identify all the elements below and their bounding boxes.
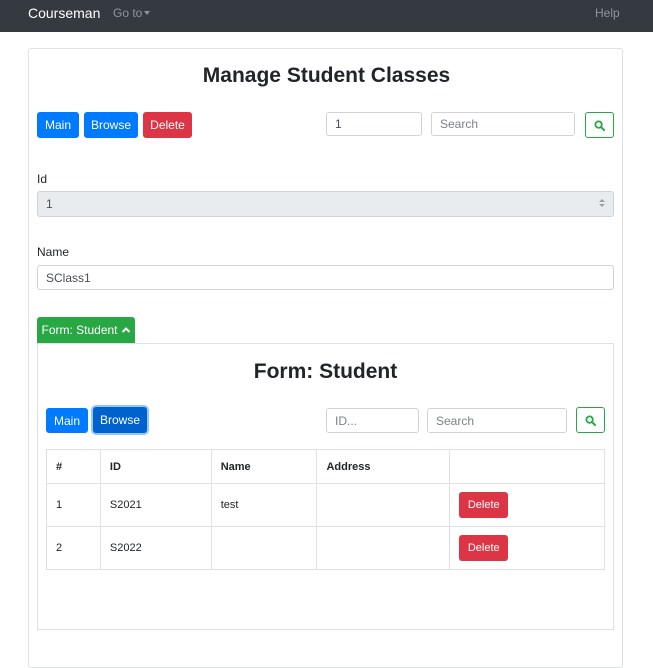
search-button[interactable] bbox=[585, 112, 614, 138]
subform-search-input[interactable]: Search bbox=[427, 408, 567, 433]
table-header-row: # ID Name Address bbox=[46, 449, 605, 484]
help-link[interactable]: Help bbox=[595, 6, 620, 20]
subform-main-button[interactable]: Main bbox=[46, 408, 88, 433]
brand-link[interactable]: Courseman bbox=[28, 5, 100, 21]
row-number: 1 bbox=[46, 483, 101, 527]
column-header bbox=[449, 449, 605, 484]
page-title: Manage Student Classes bbox=[202, 64, 451, 87]
student-id-cell: S2021 bbox=[99, 483, 212, 527]
id-label: Id bbox=[37, 172, 48, 186]
actions-cell: Delete bbox=[449, 483, 605, 527]
id-lookup-input[interactable]: 1 bbox=[326, 112, 422, 136]
caret-down-icon bbox=[144, 11, 151, 15]
student-address-cell bbox=[316, 483, 451, 527]
top-navbar: Courseman Go to Help bbox=[0, 0, 653, 32]
column-header: # bbox=[46, 449, 101, 484]
main-button[interactable]: Main bbox=[37, 112, 79, 138]
id-value: 1 bbox=[46, 197, 53, 211]
subform-toggle-button[interactable]: Form: Student bbox=[37, 317, 135, 343]
column-header: Address bbox=[316, 449, 451, 484]
goto-dropdown[interactable]: Go to bbox=[113, 6, 151, 20]
students-table: # ID Name Address 1 S2021 test Delete 2 … bbox=[46, 449, 605, 570]
name-label: Name bbox=[37, 245, 70, 259]
row-number: 2 bbox=[46, 526, 101, 570]
id-field: 1 bbox=[37, 191, 614, 217]
chevron-up-icon bbox=[121, 327, 130, 333]
row-delete-button[interactable]: Delete bbox=[459, 535, 509, 561]
search-input[interactable]: Search bbox=[431, 112, 575, 136]
actions-cell: Delete bbox=[449, 526, 605, 570]
student-name-cell: test bbox=[210, 483, 318, 527]
subform-id-input[interactable]: ID... bbox=[326, 408, 419, 433]
column-header: ID bbox=[99, 449, 212, 484]
magnifier-icon bbox=[585, 414, 596, 426]
student-id-cell: S2022 bbox=[99, 526, 212, 570]
subform-search-button[interactable] bbox=[576, 407, 605, 433]
row-delete-button[interactable]: Delete bbox=[459, 492, 509, 518]
delete-button[interactable]: Delete bbox=[143, 112, 192, 138]
student-name-cell bbox=[210, 526, 318, 570]
subform-browse-button[interactable]: Browse bbox=[93, 407, 147, 433]
subform-toggle-label: Form: Student bbox=[41, 323, 118, 337]
goto-label: Go to bbox=[113, 6, 143, 20]
browse-button[interactable]: Browse bbox=[84, 112, 138, 138]
magnifier-icon bbox=[594, 119, 605, 131]
subform-title: Form: Student bbox=[253, 360, 398, 383]
student-address-cell bbox=[316, 526, 451, 570]
column-header: Name bbox=[210, 449, 318, 484]
spinner-arrows-icon bbox=[599, 198, 605, 210]
table-row[interactable]: 1 S2021 test Delete bbox=[46, 483, 605, 527]
table-row[interactable]: 2 S2022 Delete bbox=[46, 526, 605, 570]
name-field[interactable]: SClass1 bbox=[37, 265, 614, 290]
